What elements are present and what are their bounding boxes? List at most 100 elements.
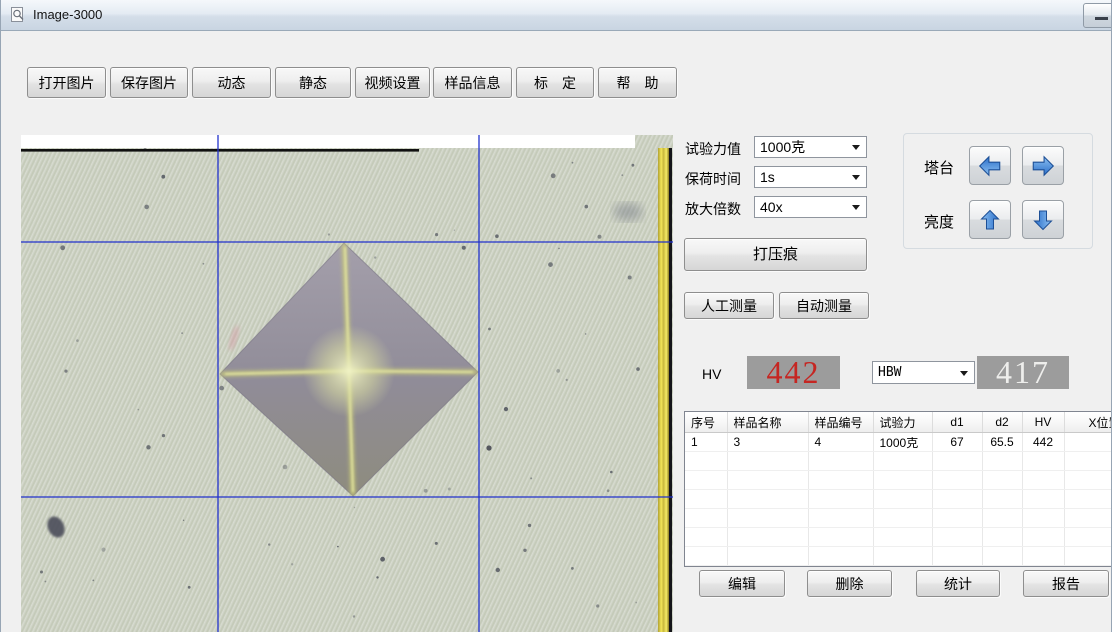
column-header-6[interactable]: HV [1022, 412, 1064, 433]
table-cell [982, 471, 1022, 490]
turret-right-button[interactable] [1022, 146, 1064, 185]
brightness-up-icon [978, 207, 1002, 233]
black-scan-line [21, 149, 419, 152]
table-cell [727, 471, 808, 490]
brightness-up-button[interactable] [969, 200, 1011, 239]
table-cell [873, 528, 932, 547]
turret-left-button[interactable] [969, 146, 1011, 185]
magnification-select[interactable]: 40x [754, 196, 867, 218]
table-cell [727, 452, 808, 471]
minimize-icon [1095, 17, 1108, 20]
table-row[interactable] [685, 490, 1112, 509]
magnification-label: 放大倍数 [685, 199, 741, 219]
table-cell: 442 [1022, 433, 1064, 452]
toolbar-button-video-settings[interactable]: 视频设置 [355, 67, 430, 98]
table-row[interactable] [685, 528, 1112, 547]
chevron-down-icon [960, 371, 968, 376]
results-table: 序号样品名称样品编号试验力d1d2HVX位置 1341000克6765.5442 [684, 411, 1112, 567]
delete-button[interactable]: 删除 [807, 570, 892, 597]
toolbar-button-static[interactable]: 静态 [275, 67, 351, 98]
toolbar-button-open-image[interactable]: 打开图片 [27, 67, 106, 98]
test-force-label: 试验力值 [685, 139, 741, 159]
toolbar-button-dynamic[interactable]: 动态 [192, 67, 271, 98]
edge-stripe-yellow [658, 148, 669, 632]
converted-value-display: 417 [977, 356, 1069, 389]
statistics-button[interactable]: 统计 [916, 570, 1000, 597]
table-cell [1064, 528, 1112, 547]
hold-time-select[interactable]: 1s [754, 166, 867, 188]
manual-measure-button[interactable]: 人工测量 [684, 292, 774, 319]
table-cell [1022, 509, 1064, 528]
table-row[interactable] [685, 471, 1112, 490]
table-cell [932, 528, 982, 547]
chevron-down-icon [852, 205, 860, 210]
make-indentation-button[interactable]: 打压痕 [684, 238, 867, 271]
toolbar-button-save-image[interactable]: 保存图片 [110, 67, 188, 98]
window-title: Image-3000 [33, 7, 102, 22]
microscope-view[interactable] [21, 135, 673, 632]
table-cell [727, 528, 808, 547]
test-force-select[interactable]: 1000克 [754, 136, 867, 158]
toolbar-button-help[interactable]: 帮 助 [598, 67, 677, 98]
brightness-down-button[interactable] [1022, 200, 1064, 239]
table-cell [982, 509, 1022, 528]
table-cell [1022, 528, 1064, 547]
column-header-4[interactable]: d1 [932, 412, 982, 433]
test-force-value: 1000克 [760, 137, 805, 157]
table-cell [808, 452, 873, 471]
turret-right-icon [1030, 154, 1056, 178]
table-row[interactable]: 1341000克6765.5442 [685, 433, 1112, 452]
table-row[interactable] [685, 509, 1112, 528]
table-cell [685, 471, 727, 490]
hold-time-label: 保荷时间 [685, 169, 741, 189]
table-cell [685, 528, 727, 547]
results-table-body: 1341000克6765.5442 [685, 433, 1112, 566]
table-row[interactable] [685, 452, 1112, 471]
column-header-2[interactable]: 样品编号 [808, 412, 873, 433]
table-cell [685, 452, 727, 471]
table-cell [932, 490, 982, 509]
app-icon [10, 6, 27, 24]
indentation-image [220, 243, 478, 496]
dark-particle [486, 445, 491, 450]
table-cell [932, 471, 982, 490]
column-header-5[interactable]: d2 [982, 412, 1022, 433]
table-cell [1022, 490, 1064, 509]
turret-brightness-group: 塔台 亮度 [903, 133, 1093, 249]
toolbar-button-sample-info[interactable]: 样品信息 [433, 67, 512, 98]
table-cell [808, 509, 873, 528]
column-header-7[interactable]: X位置 [1064, 412, 1112, 433]
hold-time-value: 1s [760, 169, 775, 185]
table-cell [982, 452, 1022, 471]
edit-button[interactable]: 编辑 [699, 570, 785, 597]
dark-particle [44, 514, 68, 541]
toolbar-button-calibration[interactable]: 标 定 [516, 67, 594, 98]
title-bar: Image-3000 [1, 0, 1112, 31]
table-cell [808, 528, 873, 547]
minimize-button[interactable] [1083, 3, 1112, 28]
table-cell [808, 547, 873, 566]
edge-line-black [669, 148, 672, 632]
column-header-0[interactable]: 序号 [685, 412, 727, 433]
hardness-scale-value: HBW [878, 365, 901, 380]
table-cell [685, 509, 727, 528]
brightness-down-icon [1031, 207, 1055, 233]
hardness-scale-select[interactable]: HBW [872, 361, 975, 384]
report-button[interactable]: 报告 [1023, 570, 1109, 597]
table-cell [982, 490, 1022, 509]
table-cell [1022, 452, 1064, 471]
pink-smudge [227, 325, 241, 352]
table-cell [873, 509, 932, 528]
table-cell [727, 490, 808, 509]
table-cell [932, 547, 982, 566]
video-top-strip [21, 135, 635, 148]
column-header-1[interactable]: 样品名称 [727, 412, 808, 433]
table-cell [1022, 547, 1064, 566]
column-header-3[interactable]: 试验力 [873, 412, 932, 433]
application-window: Image-3000 打开图片 保存图片 动态 静态 视频设置 样品信息 标 定… [0, 0, 1112, 632]
table-cell [1064, 547, 1112, 566]
table-cell: 4 [808, 433, 873, 452]
auto-measure-button[interactable]: 自动测量 [779, 292, 869, 319]
table-cell [932, 452, 982, 471]
table-row[interactable] [685, 547, 1112, 566]
